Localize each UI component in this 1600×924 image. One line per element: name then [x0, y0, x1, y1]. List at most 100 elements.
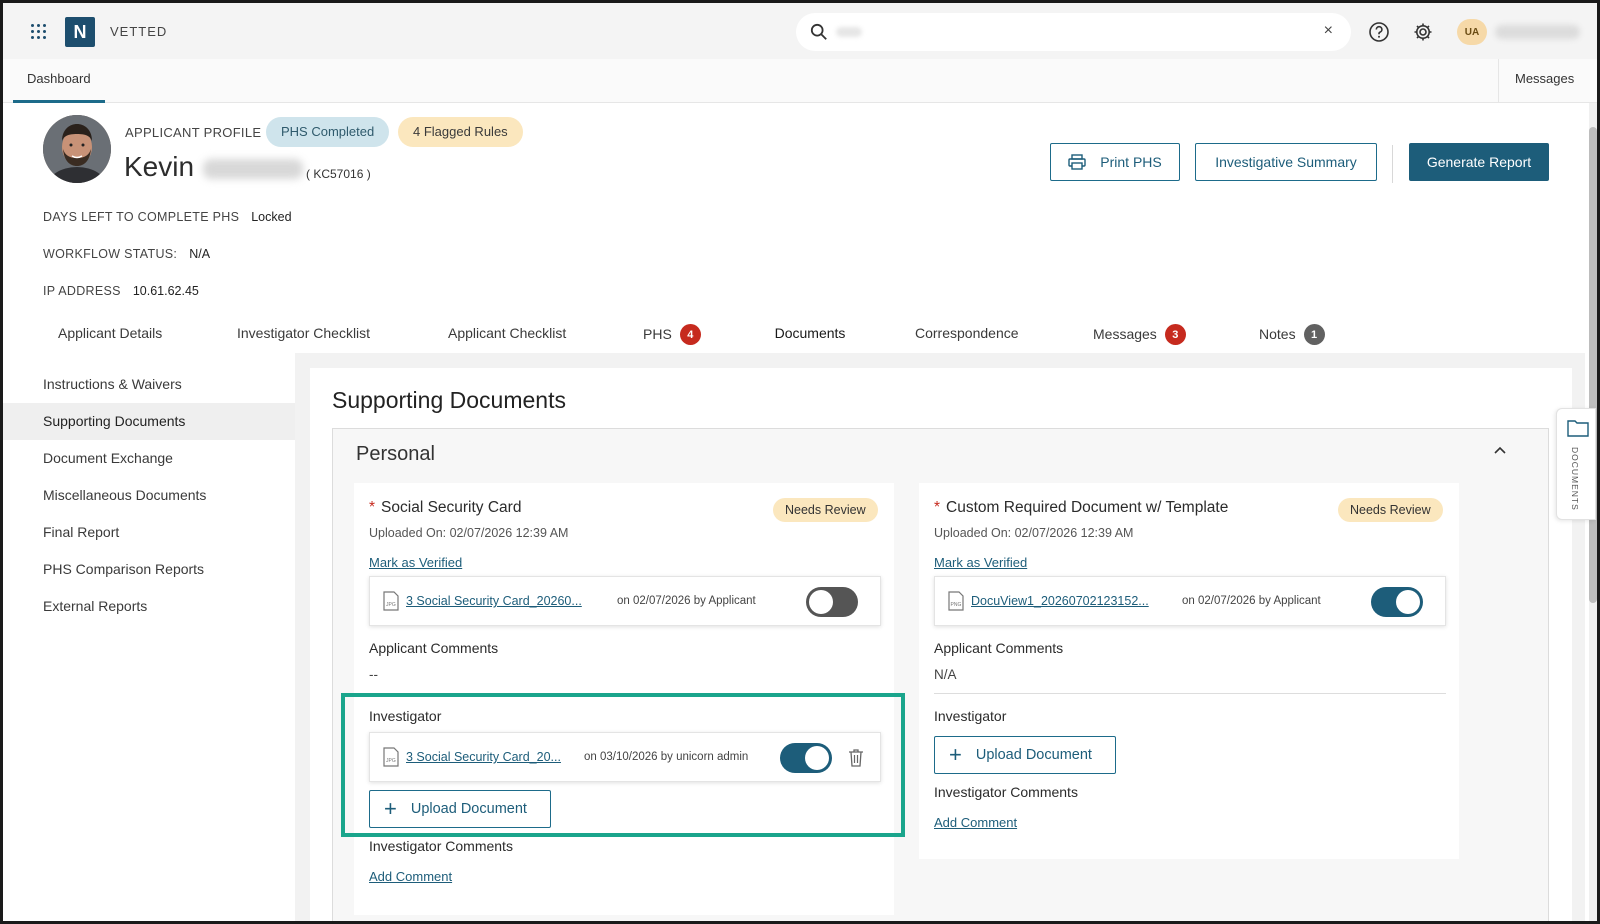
- mark-as-verified-link[interactable]: Mark as Verified: [934, 555, 1027, 570]
- svg-text:PNG: PNG: [951, 602, 962, 608]
- ip-address-row: IP ADDRESS 10.61.62.45: [43, 284, 199, 298]
- divider: [1392, 145, 1393, 183]
- png-file-icon: PNG: [948, 591, 964, 611]
- tab-applicant-details[interactable]: Applicant Details: [58, 325, 162, 359]
- applicant-id: ( KC57016 ): [306, 167, 371, 181]
- applicant-profile-label: APPLICANT PROFILE: [125, 125, 262, 140]
- document-title: * Social Security Card: [369, 499, 522, 516]
- messages-count-badge: 3: [1164, 324, 1186, 345]
- tab-label: Messages: [1093, 326, 1157, 343]
- ip-address-label: IP ADDRESS: [43, 284, 121, 298]
- file-meta: on 02/07/2026 by Applicant: [617, 595, 756, 607]
- page-title: Supporting Documents: [332, 387, 566, 413]
- needs-review-badge: Needs Review: [773, 498, 878, 522]
- tab-label: Documents: [774, 325, 846, 341]
- documents-side-tab-label: DOCUMENTS: [1570, 447, 1580, 511]
- folder-icon: [1567, 420, 1589, 437]
- add-comment-link[interactable]: Add Comment: [934, 815, 1017, 830]
- highlight-box: [341, 693, 905, 837]
- sidebar-item-instructions-waivers[interactable]: Instructions & Waivers: [3, 366, 295, 403]
- applicant-comments-label: Applicant Comments: [934, 640, 1064, 656]
- flagged-rules-badge[interactable]: 4 Flagged Rules: [398, 117, 523, 147]
- sidebar-item-final-report[interactable]: Final Report: [3, 514, 295, 551]
- collapse-chevron-icon[interactable]: [1493, 445, 1507, 455]
- generate-report-button[interactable]: Generate Report: [1409, 143, 1549, 181]
- search-icon: [810, 23, 827, 40]
- add-comment-link[interactable]: Add Comment: [369, 869, 452, 884]
- file-meta: on 02/07/2026 by Applicant: [1182, 595, 1321, 607]
- uploaded-on-text: Uploaded On: 02/07/2026 12:39 AM: [369, 526, 569, 540]
- investigator-comments-label: Investigator Comments: [369, 838, 513, 854]
- workflow-status-label: WORKFLOW STATUS:: [43, 247, 178, 261]
- applicant-last-name-redacted: [203, 159, 303, 179]
- section-title: Personal: [356, 443, 435, 465]
- applicant-first-name: Kevin: [124, 151, 195, 182]
- tab-label: PHS: [643, 326, 672, 343]
- visibility-toggle[interactable]: [806, 587, 858, 617]
- investigative-summary-button[interactable]: Investigative Summary: [1195, 143, 1377, 181]
- applicant-file-row: PNG DocuView1_20260702123152... on 02/07…: [934, 576, 1446, 626]
- sidebar-item-miscellaneous-documents[interactable]: Miscellaneous Documents: [3, 477, 295, 514]
- printer-icon: [1068, 154, 1086, 170]
- plus-icon: +: [949, 742, 962, 767]
- tab-label: Investigator Checklist: [237, 325, 371, 341]
- investigator-comments-label: Investigator Comments: [934, 784, 1078, 800]
- document-title: * Custom Required Document w/ Template: [934, 499, 1229, 516]
- notes-count-badge: 1: [1303, 324, 1325, 345]
- tab-label: Applicant Details: [58, 325, 163, 341]
- document-title-text: Custom Required Document w/ Template: [946, 499, 1229, 516]
- print-phs-button[interactable]: Print PHS: [1050, 143, 1180, 181]
- upload-document-button[interactable]: + Upload Document: [934, 736, 1116, 774]
- applicant-comments-label: Applicant Comments: [369, 640, 499, 656]
- clear-search-icon[interactable]: ×: [1324, 22, 1333, 40]
- app-name: VETTED: [110, 24, 168, 39]
- tab-label: Notes: [1259, 326, 1296, 343]
- settings-gear-icon[interactable]: [1412, 21, 1434, 43]
- secondary-nav: Dashboard Messages: [3, 59, 1597, 103]
- workflow-status-row: WORKFLOW STATUS: N/A: [43, 247, 210, 261]
- visibility-toggle[interactable]: [1371, 587, 1423, 617]
- phs-count-badge: 4: [679, 324, 701, 345]
- investigator-label: Investigator: [934, 708, 1007, 724]
- top-bar: N VETTED × UA: [3, 3, 1597, 59]
- svg-text:JPG: JPG: [386, 602, 396, 608]
- days-left-label: DAYS LEFT TO COMPLETE PHS: [43, 210, 240, 224]
- uploaded-on-text: Uploaded On: 02/07/2026 12:39 AM: [934, 526, 1134, 540]
- mark-as-verified-link[interactable]: Mark as Verified: [369, 555, 462, 570]
- phs-status-badge: PHS Completed: [266, 117, 390, 147]
- ip-address-value: 10.61.62.45: [132, 284, 199, 298]
- sidebar-item-external-reports[interactable]: External Reports: [3, 588, 295, 625]
- search-input[interactable]: [836, 27, 862, 37]
- scrollbar-thumb[interactable]: [1589, 127, 1597, 603]
- user-avatar[interactable]: UA: [1457, 19, 1487, 45]
- applicant-comments-value: N/A: [934, 667, 957, 682]
- workflow-status-value: N/A: [189, 247, 211, 261]
- tab-label: Correspondence: [915, 325, 1019, 341]
- applicant-comments-value: --: [369, 667, 378, 682]
- upload-document-label: Upload Document: [975, 747, 1092, 763]
- search-bar[interactable]: ×: [796, 13, 1351, 51]
- sidebar-item-document-exchange[interactable]: Document Exchange: [3, 440, 295, 477]
- jpg-file-icon: JPG: [383, 591, 399, 611]
- sidebar-item-phs-comparison-reports[interactable]: PHS Comparison Reports: [3, 551, 295, 588]
- days-left-row: DAYS LEFT TO COMPLETE PHS Locked: [43, 210, 292, 224]
- messages-nav-link[interactable]: Messages: [1498, 59, 1574, 103]
- tab-label: Applicant Checklist: [448, 325, 567, 341]
- app-window: N VETTED × UA Dashboard Messages APPLICA…: [0, 0, 1600, 924]
- applicant-file-link[interactable]: 3 Social Security Card_20260...: [406, 594, 582, 608]
- document-title-text: Social Security Card: [381, 499, 522, 516]
- applicant-file-row: JPG 3 Social Security Card_20260... on 0…: [369, 576, 881, 626]
- help-icon[interactable]: [1368, 21, 1390, 43]
- needs-review-badge: Needs Review: [1338, 498, 1443, 522]
- divider: [934, 693, 1446, 694]
- applicant-file-link[interactable]: DocuView1_20260702123152...: [971, 594, 1149, 608]
- documents-side-tab[interactable]: DOCUMENTS: [1556, 408, 1596, 520]
- applicant-photo: [43, 115, 111, 183]
- app-logo[interactable]: N: [65, 17, 95, 47]
- days-left-value: Locked: [251, 210, 292, 224]
- user-name-menu[interactable]: [1495, 25, 1580, 39]
- sidebar-item-supporting-documents[interactable]: Supporting Documents: [3, 403, 295, 440]
- app-launcher-icon[interactable]: [31, 24, 47, 40]
- dashboard-tab[interactable]: Dashboard: [13, 59, 105, 103]
- print-phs-label: Print PHS: [1100, 154, 1162, 170]
